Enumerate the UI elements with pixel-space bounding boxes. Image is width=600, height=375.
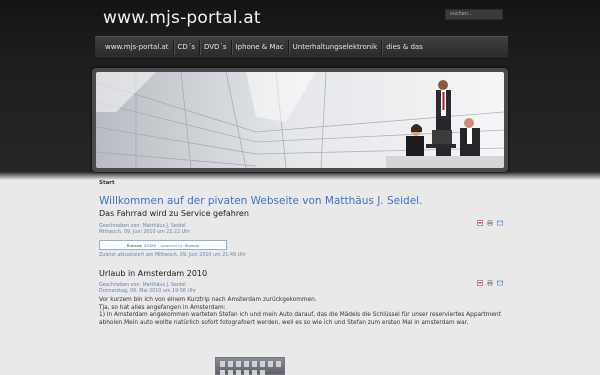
pdf-icon[interactable] — [477, 211, 483, 226]
main-content: Start Willkommen auf der pivaten Webseit… — [99, 180, 504, 327]
article-header: Das Fahrrad wird zu Service gefahren — [99, 209, 504, 226]
banner-image — [96, 72, 504, 168]
article-title[interactable]: Das Fahrrad wird zu Service gefahren — [99, 209, 249, 218]
article-paragraph: 1) In Amsterdam angekommen warteten Stef… — [99, 312, 501, 326]
nav-item-dvds[interactable]: DVD´s — [200, 40, 232, 55]
rating-count: 53459 — [143, 242, 156, 248]
nav-item-electronics[interactable]: Unterhaltungselektronik — [289, 40, 383, 55]
breadcrumb[interactable]: Start — [99, 180, 503, 186]
article-title[interactable]: Urlaub in Amsterdam 2010 — [99, 269, 207, 278]
print-icon[interactable] — [487, 271, 493, 286]
email-icon[interactable] — [497, 211, 504, 225]
pdf-icon[interactable] — [477, 271, 483, 286]
search-input[interactable]: suchen... — [445, 9, 503, 20]
main-nav: www.mjs-portal.at CD´s DVD´s Iphone & Ma… — [95, 36, 508, 59]
nav-item-home[interactable]: www.mjs-portal.at — [101, 40, 174, 55]
email-icon[interactable] — [497, 271, 504, 285]
article-tools — [477, 271, 504, 286]
welcome-heading: Willkommen auf der pivaten Webseite von … — [99, 195, 423, 207]
nav-item-cds[interactable]: CD´s — [174, 40, 200, 55]
article-header: Urlaub in Amsterdam 2010 — [99, 269, 504, 286]
rating-powered: - powered by — [157, 242, 183, 248]
nav-item-misc[interactable]: dies & das — [382, 40, 427, 55]
nav-item-iphone-mac[interactable]: Iphone & Mac — [232, 40, 289, 55]
rating-label: Riskssix — [126, 242, 142, 248]
banner-frame — [92, 68, 508, 172]
article-paragraph: Vor kurzem bin ich von einem Kurztrip na… — [99, 297, 317, 303]
rating-brand-link[interactable]: Blomap — [185, 243, 199, 248]
print-icon[interactable] — [487, 211, 493, 226]
rating-widget[interactable]: Riskssix 53459 - powered by Blomap — [99, 240, 227, 250]
article-date: Mittwoch, 09. Juni 2010 um 21:22 Uhr — [99, 230, 191, 235]
article-tools — [477, 211, 504, 226]
site-title[interactable]: www.mjs-portal.at — [103, 8, 261, 28]
article-photo — [215, 357, 285, 375]
article-paragraph: Tja, so hat alles angefangen in Amsterda… — [99, 304, 226, 311]
